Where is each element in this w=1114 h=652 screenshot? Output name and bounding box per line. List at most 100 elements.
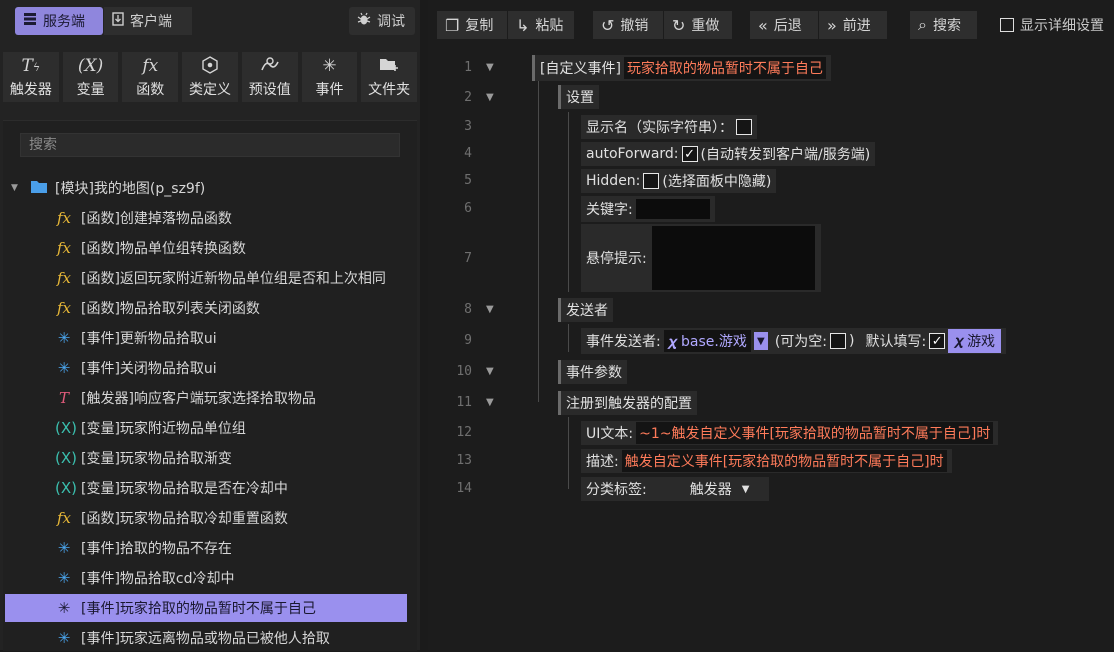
- tree-item[interactable]: ✳ [事件]玩家远离物品或物品已被他人拾取: [55, 624, 407, 652]
- search-button[interactable]: ⌕ 搜索: [910, 11, 977, 39]
- variable-icon: (X): [55, 449, 77, 467]
- forward-icon: »: [827, 15, 837, 35]
- line-number: 12: [456, 425, 472, 440]
- undo-button[interactable]: ↺ 撤销: [593, 11, 663, 39]
- collapse-arrow-icon[interactable]: ▼: [486, 92, 494, 103]
- event-sender-value[interactable]: 𝝌 base.游戏: [663, 330, 751, 352]
- redo-label: 重做: [691, 18, 720, 34]
- function-tool-button[interactable]: fx 函数: [122, 52, 179, 102]
- collapse-arrow-icon[interactable]: ▼: [486, 397, 494, 408]
- line-number: 11: [456, 395, 472, 410]
- hover-tip-label: 悬停提示:: [586, 251, 647, 267]
- event-sender-label: 事件发送者:: [586, 334, 661, 350]
- line-number: 9: [464, 333, 472, 348]
- tree-item[interactable]: (X) [变量]玩家物品拾取渐变: [55, 444, 407, 472]
- variable-tool-button[interactable]: (X) 变量: [62, 52, 119, 102]
- tree-item[interactable]: fx [函数]玩家物品拾取冷却重置函数: [55, 504, 407, 532]
- line-number: 13: [456, 453, 472, 468]
- copy-button[interactable]: ❐ 复制: [437, 11, 507, 39]
- copy-icon: ❐: [445, 15, 460, 35]
- tree-item[interactable]: ✳ [事件]拾取的物品不存在: [55, 534, 407, 562]
- back-button[interactable]: « 后退: [750, 11, 818, 39]
- server-tab[interactable]: 服务端: [15, 7, 103, 35]
- settings-section[interactable]: 设置: [558, 85, 599, 109]
- tree-item[interactable]: ✳ [事件]物品拾取cd冷却中: [55, 564, 407, 592]
- forward-label: 前进: [842, 18, 871, 34]
- auto-forward-checkbox[interactable]: ✓: [681, 146, 698, 162]
- redo-icon: ↻: [672, 15, 686, 35]
- paste-button[interactable]: ↳ 粘贴: [508, 11, 574, 39]
- detail-checkbox[interactable]: [1000, 18, 1014, 32]
- event-icon: ✳: [57, 359, 71, 377]
- tree-item-label: [触发器]响应客户端玩家选择拾取物品: [81, 391, 316, 407]
- keyword-input[interactable]: [635, 199, 710, 219]
- class-icon: [202, 55, 218, 76]
- preset-tool-button[interactable]: 预设值: [241, 52, 298, 102]
- class-tool-button[interactable]: 类定义: [182, 52, 238, 102]
- collapse-arrow-icon[interactable]: ▼: [486, 366, 494, 377]
- function-icon: fx: [56, 299, 71, 317]
- tree-item-selected[interactable]: ✳ [事件]玩家拾取的物品暂时不属于自己: [5, 594, 407, 622]
- event-icon: ✳: [322, 55, 337, 76]
- hidden-checkbox[interactable]: [643, 173, 660, 189]
- debug-button[interactable]: 调试: [349, 7, 415, 35]
- chevron-down-icon[interactable]: ▼: [753, 332, 768, 350]
- tree-item[interactable]: fx [函数]返回玩家附近新物品单位组是否和上次相同: [55, 264, 407, 292]
- event-icon: ✳: [57, 569, 71, 587]
- redo-button[interactable]: ↻ 重做: [664, 11, 732, 39]
- category-select[interactable]: 触发器 ▼: [690, 479, 750, 499]
- line-number: 1: [464, 60, 472, 75]
- client-tab[interactable]: 客户端: [104, 7, 192, 35]
- event-params-section[interactable]: 事件参数: [558, 360, 627, 384]
- tree-root-module[interactable]: ▼ [模块]我的地图(p_sz9f): [11, 174, 415, 202]
- default-value-pill[interactable]: 𝝌 游戏: [948, 329, 1002, 353]
- server-tab-label: 服务端: [43, 14, 85, 30]
- tree-item[interactable]: fx [函数]物品拾取列表关闭函数: [55, 294, 407, 322]
- tree-item[interactable]: fx [函数]物品单位组转换函数: [55, 234, 407, 262]
- hover-tip-input[interactable]: [651, 226, 815, 290]
- category-label: 分类标签:: [586, 482, 647, 498]
- ui-text-label: UI文本:: [586, 426, 634, 442]
- settings-label: 设置: [566, 90, 594, 106]
- forward-button[interactable]: » 前进: [819, 11, 887, 39]
- category-value: 触发器: [689, 482, 732, 498]
- line-number: 14: [456, 481, 472, 496]
- tree-item[interactable]: ✳ [事件]更新物品拾取ui: [55, 324, 407, 352]
- detail-toggle[interactable]: 显示详细设置: [1000, 11, 1104, 39]
- line-number: 6: [464, 201, 472, 216]
- tree-search-input[interactable]: 搜索: [20, 133, 400, 157]
- hidden-desc: (选择面板中隐藏): [662, 174, 772, 190]
- ui-text-value[interactable]: ~1~触发自定义事件[玩家拾取的物品暂时不属于自己]时: [636, 422, 994, 444]
- collapse-arrow-icon[interactable]: ▼: [486, 62, 494, 73]
- tree-item[interactable]: fx [函数]创建掉落物品函数: [55, 204, 407, 232]
- default-fill-checkbox[interactable]: ✓: [929, 333, 946, 349]
- custom-event-name[interactable]: 玩家拾取的物品暂时不属于自己: [623, 57, 826, 79]
- tree-item-label: [函数]物品拾取列表关闭函数: [81, 301, 260, 317]
- tree-item[interactable]: T [触发器]响应客户端玩家选择拾取物品: [55, 384, 407, 412]
- copy-label: 复制: [465, 18, 494, 34]
- tree-item[interactable]: (X) [变量]玩家附近物品单位组: [55, 414, 407, 442]
- event-icon: ✳: [57, 599, 71, 617]
- trigger-tool-button[interactable]: Tϟ 触发器: [3, 52, 59, 102]
- tree-item[interactable]: ✳ [事件]关闭物品拾取ui: [55, 354, 407, 382]
- tree-item-label: [变量]玩家物品拾取是否在冷却中: [81, 481, 288, 497]
- nullable-checkbox[interactable]: [830, 333, 847, 349]
- tree-item[interactable]: (X) [变量]玩家物品拾取是否在冷却中: [55, 474, 407, 502]
- hidden-label: Hidden:: [586, 173, 641, 189]
- event-icon: ✳: [57, 539, 71, 557]
- event-tool-button[interactable]: ✳ 事件: [301, 52, 358, 102]
- client-tab-label: 客户端: [130, 14, 172, 30]
- guide-line: [568, 324, 569, 352]
- variable-icon: (X): [77, 55, 104, 76]
- tree-item-label: [变量]玩家附近物品单位组: [81, 421, 246, 437]
- editor-panel: ❐ 复制 ↳ 粘贴 ↺ 撤销 ↻ 重做 « 后退 » 前进 ⌕ 搜索 显示详细设…: [428, 0, 1114, 650]
- collapse-arrow-icon[interactable]: ▼: [486, 304, 494, 315]
- description-value[interactable]: 触发自定义事件[玩家拾取的物品暂时不属于自己]时: [621, 450, 947, 472]
- display-name-checkbox[interactable]: [736, 119, 752, 135]
- event-sender-value-text: base.游戏: [681, 334, 747, 350]
- sender-label: 发送者: [566, 303, 608, 319]
- folder-tool-button[interactable]: 文件夹: [361, 52, 418, 102]
- custom-event-header[interactable]: [自定义事件] 玩家拾取的物品暂时不属于自己: [532, 55, 831, 81]
- trigger-config-section[interactable]: 注册到触发器的配置: [558, 391, 697, 415]
- sender-section[interactable]: 发送者: [558, 298, 613, 322]
